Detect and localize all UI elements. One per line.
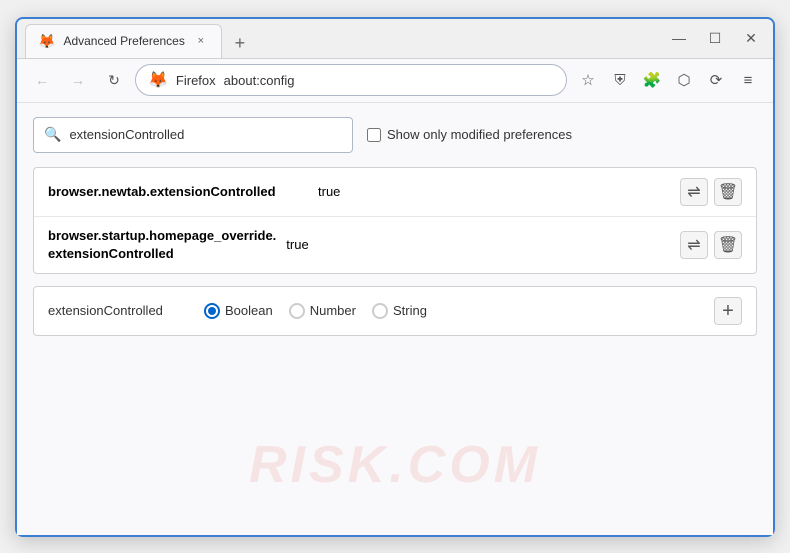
window-controls: — ☐ ✕ (665, 24, 765, 52)
modified-prefs-checkbox-label[interactable]: Show only modified preferences (367, 127, 572, 142)
tab-title: Advanced Preferences (63, 34, 184, 48)
tab-close-button[interactable]: × (193, 33, 209, 49)
navigation-bar: ← → ↻ 🦊 Firefox about:config ☆ ⛨ 🧩 ⬡ ⟳ ≡ (17, 59, 773, 103)
search-icon: 🔍 (44, 126, 61, 143)
modified-prefs-checkbox[interactable] (367, 128, 381, 142)
delete-button-1[interactable]: 🗑 (714, 178, 742, 206)
screenshot-icon[interactable]: ⬡ (669, 65, 699, 95)
search-box[interactable]: 🔍 (33, 117, 353, 153)
table-row: browser.newtab.extensionControlled true … (34, 168, 756, 217)
row-1-actions: ⇌ 🗑 (680, 178, 742, 206)
nav-icons: ☆ ⛨ 🧩 ⬡ ⟳ ≡ (573, 65, 763, 95)
bookmark-icon[interactable]: ☆ (573, 65, 603, 95)
tab-area: 🦊 Advanced Preferences × + (25, 19, 665, 58)
type-radio-group: Boolean Number String (204, 303, 698, 319)
maximize-button[interactable]: ☐ (701, 24, 729, 52)
menu-icon[interactable]: ≡ (733, 65, 763, 95)
delete-button-2[interactable]: 🗑 (714, 231, 742, 259)
radio-string-circle (372, 303, 388, 319)
shield-icon[interactable]: ⛨ (605, 65, 635, 95)
pref-value-2: true (286, 237, 670, 252)
minimize-button[interactable]: — (665, 24, 693, 52)
firefox-icon: 🦊 (148, 70, 168, 90)
sync-icon[interactable]: ⟳ (701, 65, 731, 95)
address-text: about:config (224, 73, 554, 88)
new-pref-name: extensionControlled (48, 303, 188, 318)
watermark: RISK.COM (249, 435, 541, 495)
browser-name-label: Firefox (176, 73, 216, 88)
radio-boolean-label: Boolean (225, 303, 273, 318)
browser-window: 🦊 Advanced Preferences × + — ☐ ✕ ← → ↻ 🦊… (15, 17, 775, 537)
table-row: browser.startup.homepage_override. exten… (34, 217, 756, 273)
modified-prefs-label: Show only modified preferences (387, 127, 572, 142)
results-table: browser.newtab.extensionControlled true … (33, 167, 757, 274)
radio-string-option[interactable]: String (372, 303, 427, 319)
pref-name-2-line2: extensionControlled (48, 245, 276, 263)
radio-number-circle (289, 303, 305, 319)
add-pref-row: extensionControlled Boolean Number Strin… (33, 286, 757, 336)
toggle-button-1[interactable]: ⇌ (680, 178, 708, 206)
address-bar[interactable]: 🦊 Firefox about:config (135, 64, 567, 96)
new-tab-button[interactable]: + (226, 30, 254, 58)
pref-name-2-line1: browser.startup.homepage_override. (48, 227, 276, 245)
firefox-favicon-icon: 🦊 (38, 33, 55, 50)
title-bar: 🦊 Advanced Preferences × + — ☐ ✕ (17, 19, 773, 59)
pref-name-2: browser.startup.homepage_override. exten… (48, 227, 276, 263)
search-input[interactable] (69, 127, 342, 142)
add-pref-button[interactable]: + (714, 297, 742, 325)
forward-button[interactable]: → (63, 65, 93, 95)
extension-icon[interactable]: 🧩 (637, 65, 667, 95)
back-button[interactable]: ← (27, 65, 57, 95)
row-2-actions: ⇌ 🗑 (680, 231, 742, 259)
radio-number-label: Number (310, 303, 356, 318)
radio-string-label: String (393, 303, 427, 318)
search-row: 🔍 Show only modified preferences (33, 117, 757, 153)
radio-boolean-circle (204, 303, 220, 319)
toggle-button-2[interactable]: ⇌ (680, 231, 708, 259)
refresh-button[interactable]: ↻ (99, 65, 129, 95)
radio-number-option[interactable]: Number (289, 303, 356, 319)
browser-tab[interactable]: 🦊 Advanced Preferences × (25, 24, 222, 58)
content-area: 🔍 Show only modified preferences browser… (17, 103, 773, 535)
radio-boolean-option[interactable]: Boolean (204, 303, 273, 319)
close-button[interactable]: ✕ (737, 24, 765, 52)
pref-name-1: browser.newtab.extensionControlled (48, 184, 308, 199)
pref-value-1: true (318, 184, 670, 199)
